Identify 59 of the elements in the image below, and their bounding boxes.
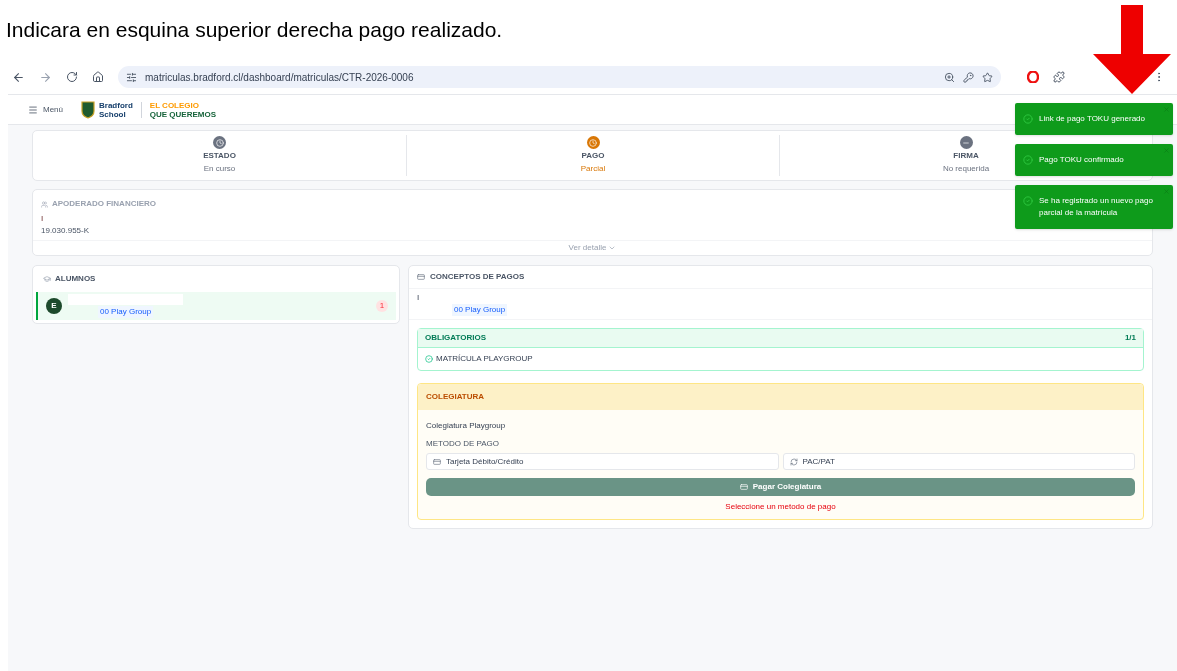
address-bar[interactable]: matriculas.bradford.cl/dashboard/matriculas/CTR-2026-0006 [118, 66, 1001, 88]
status-label: ESTADO [203, 150, 236, 162]
back-icon[interactable] [12, 70, 25, 84]
course-tag: 00 Play Group [98, 306, 154, 318]
caption-text: Indicara en esquina superior derecha pago realizado. [6, 17, 503, 44]
site-settings-icon[interactable] [126, 71, 137, 83]
concept-name: Colegiatura Playgroup [426, 420, 506, 432]
reload-icon[interactable] [66, 71, 78, 83]
student-avatar: E [46, 298, 62, 314]
payment-method-option[interactable]: Tarjeta Débito/Crédito [426, 453, 779, 470]
check-circle-icon [1023, 114, 1033, 124]
url-text: matriculas.bradford.cl/dashboard/matriculas/CTR-2026-0006 [145, 70, 415, 85]
payment-method-option[interactable]: PAC/PAT [782, 453, 1135, 470]
menu-button[interactable]: Menú [28, 103, 63, 116]
section-title: ALUMNOS [55, 273, 96, 285]
logo-text: School [99, 109, 127, 119]
chevron-down-icon [608, 244, 617, 252]
check-circle-icon [1023, 155, 1033, 165]
school-crest-icon [81, 100, 95, 119]
field-label: METODO DE PAGO [426, 438, 500, 450]
star-icon[interactable] [982, 71, 993, 83]
refresh-icon [789, 457, 798, 466]
home-icon[interactable] [92, 71, 104, 83]
section-title: CONCEPTOS DE PAGOS [430, 271, 525, 283]
key-icon[interactable] [963, 71, 974, 83]
count-badge: 1 [376, 300, 388, 312]
guardian-name: I [41, 213, 44, 225]
status-value: En curso [203, 163, 236, 175]
slogan-text: QUE QUEREMOS [149, 109, 217, 119]
graduation-cap-icon [43, 275, 51, 283]
forward-icon[interactable] [39, 70, 52, 84]
guardian-rut: 19.030.955-K [41, 225, 90, 237]
toast-message: Link de pago TOKU generado [1039, 113, 1146, 125]
toast-message: Se ha registrado un nuevo pago parcial de la matrícula [1039, 195, 1154, 219]
card-icon [417, 273, 425, 281]
logo-text: Bradford [99, 100, 133, 110]
group-count: 1/1 [1124, 332, 1136, 344]
status-value: No requerida [942, 163, 990, 175]
extensions-icon[interactable] [1053, 71, 1065, 83]
people-icon [41, 200, 48, 208]
group-title: COLEGIATURA [426, 391, 485, 403]
menu-icon [28, 104, 38, 115]
section-title: APODERADO FINANCIERO [52, 198, 156, 210]
check-circle-icon [425, 355, 433, 363]
group-title: OBLIGATORIOS [425, 332, 487, 344]
status-label: PAGO [581, 150, 605, 162]
slogan-text: EL COLEGIO [149, 100, 200, 110]
student-name: I [417, 292, 420, 304]
student-row[interactable]: E 00 Play Group 1 [36, 292, 396, 320]
card-icon [433, 457, 441, 466]
toast-message: Pago TOKU confirmado [1039, 154, 1125, 166]
status-label: FIRMA [953, 150, 979, 162]
card-icon [739, 483, 748, 491]
concept-name: MATRÍCULA PLAYGROUP [436, 353, 533, 365]
check-circle-icon [1023, 196, 1033, 206]
error-message: Seleccione un metodo de pago [725, 501, 836, 513]
zoom-icon[interactable] [944, 71, 955, 83]
status-value: Parcial [580, 163, 606, 175]
course-tag: 00 Play Group [452, 304, 508, 316]
